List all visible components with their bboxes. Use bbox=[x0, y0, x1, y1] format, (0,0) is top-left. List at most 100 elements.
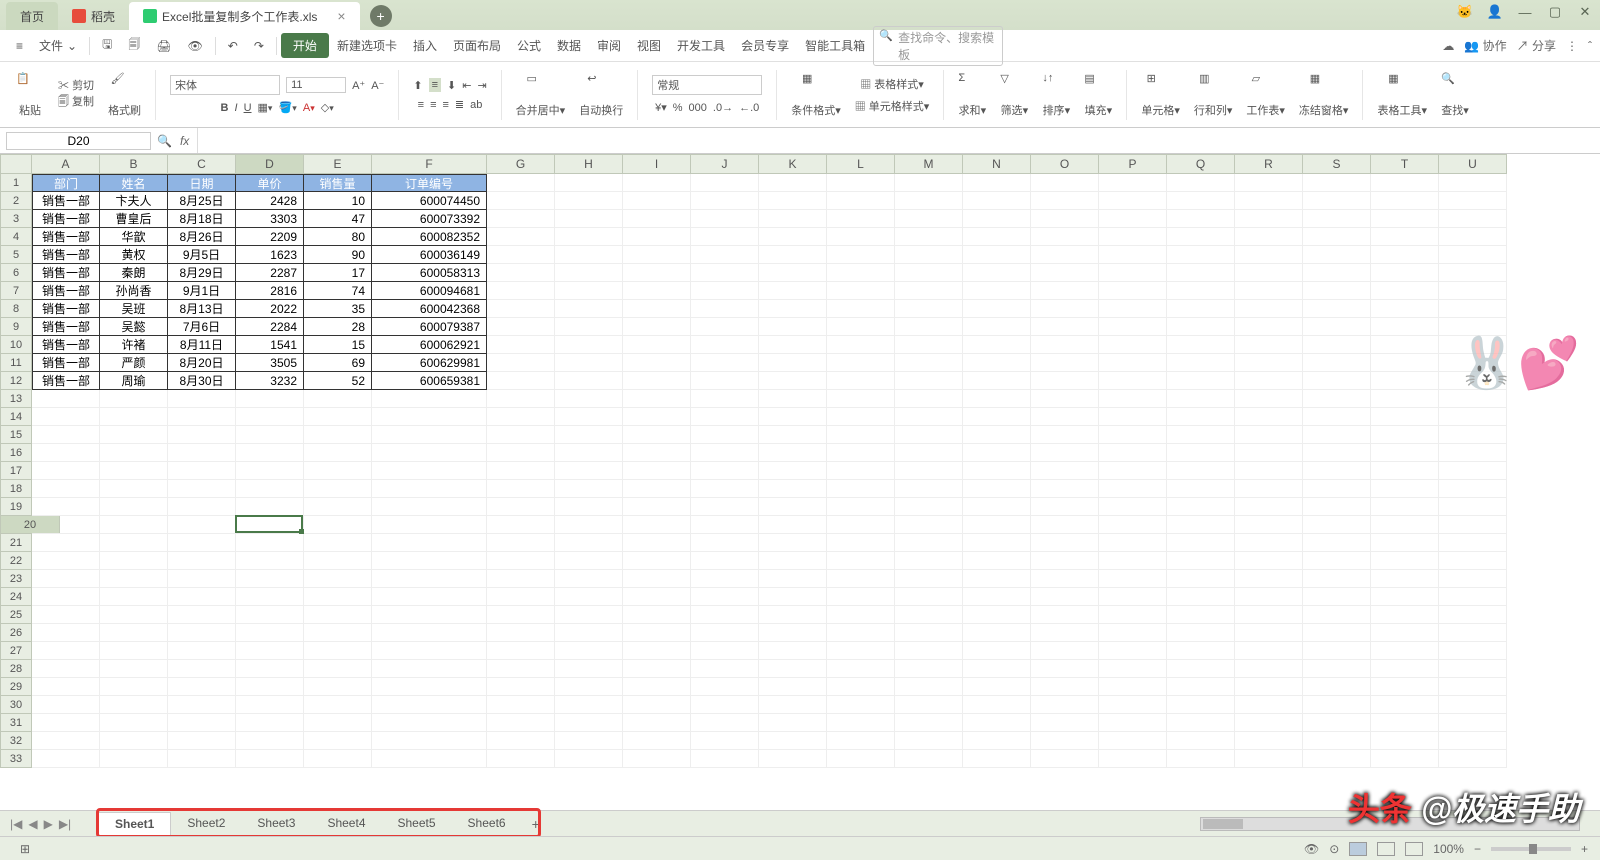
cell[interactable] bbox=[236, 552, 304, 570]
cell[interactable] bbox=[555, 642, 623, 660]
cell[interactable] bbox=[1439, 570, 1507, 588]
cell[interactable] bbox=[555, 336, 623, 354]
cell[interactable] bbox=[1235, 462, 1303, 480]
cell[interactable] bbox=[304, 426, 372, 444]
cell[interactable]: 订单编号 bbox=[372, 174, 487, 192]
cell[interactable] bbox=[963, 552, 1031, 570]
cell[interactable] bbox=[623, 534, 691, 552]
cell[interactable] bbox=[1235, 354, 1303, 372]
format-brush-button[interactable]: 🖌格式刷 bbox=[102, 67, 147, 123]
row-header-2[interactable]: 2 bbox=[0, 192, 32, 210]
cell[interactable]: 2428 bbox=[236, 192, 304, 210]
cell[interactable] bbox=[1031, 354, 1099, 372]
cell[interactable] bbox=[1303, 372, 1371, 390]
cell[interactable]: 3505 bbox=[236, 354, 304, 372]
cell[interactable] bbox=[555, 678, 623, 696]
cell[interactable] bbox=[827, 624, 895, 642]
cell[interactable] bbox=[827, 570, 895, 588]
cell[interactable] bbox=[372, 588, 487, 606]
cell[interactable] bbox=[1439, 300, 1507, 318]
currency-icon[interactable]: ¥▾ bbox=[655, 101, 667, 114]
cell[interactable] bbox=[168, 570, 236, 588]
cell[interactable] bbox=[895, 534, 963, 552]
cell[interactable] bbox=[623, 192, 691, 210]
cell[interactable] bbox=[827, 192, 895, 210]
cell[interactable] bbox=[1167, 750, 1235, 768]
cell[interactable] bbox=[963, 624, 1031, 642]
column-header-J[interactable]: J bbox=[691, 154, 759, 174]
cell[interactable]: 600042368 bbox=[372, 300, 487, 318]
percent-icon[interactable]: % bbox=[673, 102, 683, 114]
cell[interactable] bbox=[623, 264, 691, 282]
cell[interactable] bbox=[895, 192, 963, 210]
cell[interactable] bbox=[1235, 264, 1303, 282]
cell[interactable] bbox=[963, 678, 1031, 696]
cell[interactable] bbox=[623, 552, 691, 570]
cell[interactable] bbox=[1235, 318, 1303, 336]
cell[interactable] bbox=[100, 534, 168, 552]
cell[interactable] bbox=[555, 588, 623, 606]
cell[interactable] bbox=[100, 552, 168, 570]
cell[interactable] bbox=[895, 318, 963, 336]
cell[interactable] bbox=[1371, 678, 1439, 696]
cell[interactable] bbox=[168, 660, 236, 678]
cell[interactable] bbox=[1303, 318, 1371, 336]
cell[interactable] bbox=[372, 534, 487, 552]
cell[interactable] bbox=[32, 444, 100, 462]
row-header-18[interactable]: 18 bbox=[0, 480, 32, 498]
cell[interactable] bbox=[759, 516, 827, 534]
cell[interactable]: 销售量 bbox=[304, 174, 372, 192]
cell[interactable] bbox=[1031, 732, 1099, 750]
cell[interactable] bbox=[1235, 498, 1303, 516]
row-header-19[interactable]: 19 bbox=[0, 498, 32, 516]
cell[interactable] bbox=[1303, 408, 1371, 426]
cell[interactable] bbox=[1303, 642, 1371, 660]
cell[interactable] bbox=[827, 444, 895, 462]
cell[interactable] bbox=[236, 480, 304, 498]
cell[interactable] bbox=[32, 516, 100, 534]
cell[interactable] bbox=[1031, 264, 1099, 282]
cell[interactable] bbox=[691, 210, 759, 228]
cell[interactable] bbox=[623, 408, 691, 426]
filter-button[interactable]: ▽筛选▾ bbox=[994, 67, 1034, 123]
spreadsheet-grid[interactable]: ABCDEFGHIJKLMNOPQRSTU 123456789101112131… bbox=[0, 154, 1600, 854]
cell[interactable] bbox=[895, 336, 963, 354]
cell[interactable] bbox=[168, 624, 236, 642]
cell[interactable] bbox=[759, 300, 827, 318]
cell[interactable] bbox=[827, 210, 895, 228]
cells-button[interactable]: ⊞单元格▾ bbox=[1135, 67, 1186, 123]
cell[interactable] bbox=[759, 210, 827, 228]
cell[interactable] bbox=[100, 390, 168, 408]
cell[interactable] bbox=[827, 408, 895, 426]
cell[interactable] bbox=[100, 444, 168, 462]
cell[interactable] bbox=[304, 732, 372, 750]
cell[interactable] bbox=[827, 228, 895, 246]
cell[interactable] bbox=[1439, 588, 1507, 606]
cell[interactable] bbox=[487, 174, 555, 192]
cell[interactable] bbox=[827, 264, 895, 282]
cell[interactable] bbox=[623, 750, 691, 768]
cell[interactable]: 销售一部 bbox=[32, 300, 100, 318]
cell[interactable] bbox=[168, 588, 236, 606]
comma-icon[interactable]: 000 bbox=[689, 102, 707, 114]
cell[interactable] bbox=[1167, 606, 1235, 624]
cell[interactable] bbox=[691, 264, 759, 282]
sort-button[interactable]: ↓↑排序▾ bbox=[1036, 67, 1076, 123]
cell[interactable] bbox=[236, 498, 304, 516]
cell[interactable] bbox=[759, 678, 827, 696]
cell[interactable] bbox=[487, 624, 555, 642]
cell[interactable] bbox=[1235, 480, 1303, 498]
cell[interactable] bbox=[304, 750, 372, 768]
cell[interactable] bbox=[1371, 354, 1439, 372]
undo-icon[interactable]: ↶ bbox=[220, 35, 246, 57]
cell[interactable] bbox=[759, 750, 827, 768]
cell[interactable] bbox=[623, 426, 691, 444]
cell[interactable]: 47 bbox=[304, 210, 372, 228]
cell[interactable] bbox=[1371, 174, 1439, 192]
cell[interactable] bbox=[1303, 264, 1371, 282]
cell[interactable] bbox=[1303, 516, 1371, 534]
cell[interactable] bbox=[691, 318, 759, 336]
formula-input[interactable] bbox=[197, 128, 1600, 153]
cell[interactable] bbox=[1235, 732, 1303, 750]
cell[interactable] bbox=[963, 390, 1031, 408]
